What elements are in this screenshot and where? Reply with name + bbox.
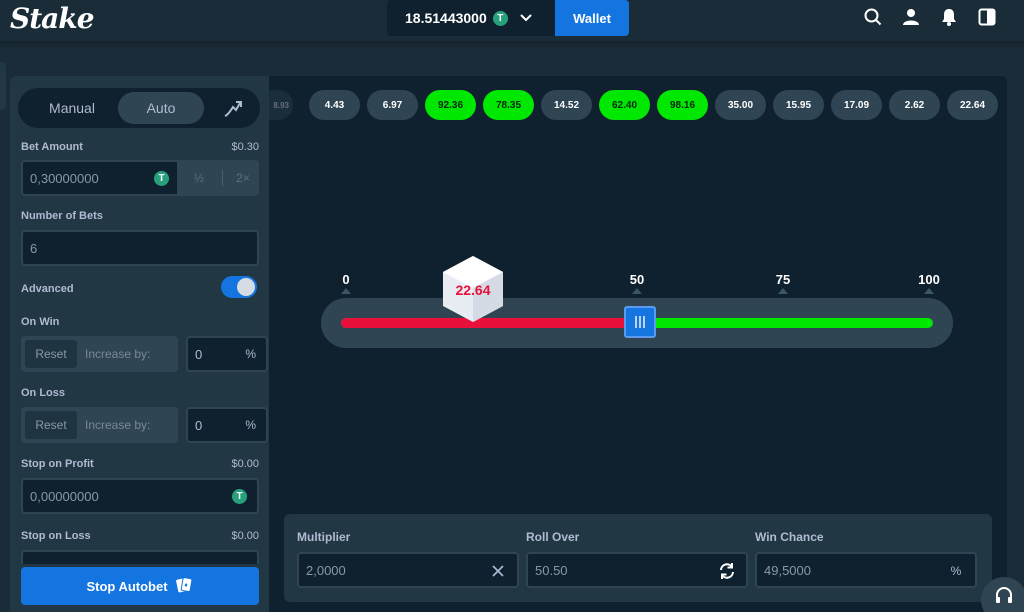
on-win-reset-button[interactable]: Reset — [25, 340, 77, 368]
on-loss-label: On Loss — [21, 387, 66, 399]
stop-autobet-button[interactable]: Stop Autobet — [21, 567, 259, 605]
number-of-bets-value: 6 — [30, 240, 38, 256]
stake-logo[interactable]: Stake — [10, 2, 95, 35]
tether-coin-icon: T — [492, 10, 508, 26]
on-loss-percent-input[interactable]: 0 % — [186, 407, 268, 443]
collapsed-sidebar-handle[interactable] — [0, 62, 6, 110]
history-pill: 8.93 — [269, 90, 293, 120]
multiplier-input[interactable]: 2,0000 — [297, 552, 519, 588]
on-loss-value: 0 — [195, 418, 203, 433]
user-icon[interactable] — [900, 6, 922, 28]
stop-autobet-label: Stop Autobet — [86, 578, 168, 594]
scale-tick — [924, 288, 934, 294]
tab-auto[interactable]: Auto — [118, 92, 204, 124]
bet-amount-label: Bet Amount — [21, 141, 83, 153]
stop-on-profit-usd: $0.00 — [231, 458, 259, 470]
tether-coin-icon: T — [154, 171, 169, 186]
stop-on-profit-input[interactable]: 0,00000000 T — [21, 478, 259, 514]
win-chance-value: 49,5000 — [764, 563, 811, 578]
on-win-increase-button[interactable]: Increase by: — [85, 338, 150, 370]
on-win-percent-input[interactable]: 0 % — [186, 336, 268, 372]
bet-amount-group: 0,30000000 T ½ 2× — [21, 160, 259, 196]
percent-icon: % — [950, 564, 962, 578]
stop-on-profit-label: Stop on Profit — [21, 458, 94, 470]
search-icon[interactable] — [862, 6, 884, 28]
chevron-down-icon — [520, 11, 532, 25]
multiplier-label: Multiplier — [297, 530, 351, 544]
wallet-button[interactable]: Wallet — [555, 0, 629, 36]
advanced-toggle[interactable] — [221, 276, 257, 298]
advanced-label: Advanced — [21, 283, 74, 295]
sidebar-toggle-icon[interactable] — [976, 6, 998, 28]
history-pill-win: 92.36 — [425, 90, 476, 120]
headset-icon — [996, 587, 1012, 603]
win-chance-label: Win Chance — [755, 530, 824, 544]
dice-result-value: 22.64 — [455, 282, 491, 298]
stop-on-profit-value: 0,00000000 — [30, 488, 99, 504]
history-pill: 35.00 — [715, 90, 766, 120]
close-icon[interactable] — [489, 562, 507, 580]
scale-label-75: 75 — [775, 272, 791, 287]
scale-label-0: 0 — [342, 272, 350, 287]
history-pill: 17.09 — [831, 90, 882, 120]
history-pill-win: 78.35 — [483, 90, 534, 120]
balance-selector[interactable]: 18.51443000 T — [387, 0, 555, 36]
stop-on-loss-label: Stop on Loss — [21, 530, 91, 542]
scale-label-50: 50 — [629, 272, 645, 287]
result-history: 8.93 4.43 6.97 92.36 78.35 14.52 62.40 9… — [269, 90, 1007, 122]
percent-icon: % — [245, 347, 256, 361]
mode-toggle: Manual Auto — [18, 88, 260, 128]
roll-slider-handle[interactable] — [623, 306, 656, 338]
percent-icon: % — [245, 418, 256, 432]
history-pill: 22.64 — [947, 90, 998, 120]
history-pill: 14.52 — [541, 90, 592, 120]
refresh-icon[interactable] — [718, 562, 736, 580]
double-bet-button[interactable]: 2× — [223, 160, 263, 196]
on-win-mode: Reset Increase by: — [21, 336, 178, 372]
trend-arrow-icon[interactable] — [222, 98, 244, 120]
live-support-button[interactable] — [981, 577, 1024, 612]
roll-over-label: Roll Over — [526, 530, 580, 544]
roll-over-input[interactable]: 50.50 — [526, 552, 748, 588]
history-pill: 2.62 — [889, 90, 940, 120]
scale-label-100: 100 — [918, 272, 940, 287]
history-pill-win: 98.16 — [657, 90, 708, 120]
stop-on-loss-input[interactable] — [21, 550, 259, 564]
bet-amount-value: 0,30000000 — [30, 170, 99, 186]
cards-icon — [174, 575, 194, 598]
bet-amount-usd: $0.30 — [231, 141, 259, 153]
bet-settings-panel: Multiplier 2,0000 Roll Over 50.50 Win Ch… — [284, 514, 992, 602]
number-of-bets-label: Number of Bets — [21, 210, 103, 222]
scale-tick — [632, 288, 642, 294]
bet-amount-input[interactable]: 0,30000000 T — [21, 160, 179, 196]
multiplier-value: 2,0000 — [306, 563, 346, 578]
history-pill-win: 62.40 — [599, 90, 650, 120]
roll-over-value: 50.50 — [535, 563, 568, 578]
on-loss-reset-button[interactable]: Reset — [25, 411, 77, 439]
on-loss-increase-button[interactable]: Increase by: — [85, 409, 150, 441]
number-of-bets-input[interactable]: 6 — [21, 230, 259, 266]
scale-tick — [341, 288, 351, 294]
on-win-label: On Win — [21, 316, 60, 328]
stop-on-loss-usd: $0.00 — [231, 530, 259, 542]
dice-game-area: 8.93 4.43 6.97 92.36 78.35 14.52 62.40 9… — [269, 76, 1007, 612]
win-chance-input[interactable]: 49,5000 % — [755, 552, 977, 588]
half-bet-button[interactable]: ½ — [179, 160, 219, 196]
on-win-value: 0 — [195, 347, 203, 362]
bell-icon[interactable] — [938, 6, 960, 28]
tab-manual[interactable]: Manual — [24, 92, 120, 124]
top-bar: Stake 18.51443000 T Wallet — [0, 0, 1024, 42]
history-pill: 6.97 — [367, 90, 418, 120]
balance-amount: 18.51443000 — [405, 10, 487, 26]
history-pill: 15.95 — [773, 90, 824, 120]
history-pill: 4.43 — [309, 90, 360, 120]
tether-coin-icon: T — [232, 489, 247, 504]
dice-result: 22.64 — [441, 254, 505, 324]
on-loss-mode: Reset Increase by: — [21, 407, 178, 443]
bet-control-panel: Manual Auto Bet Amount $0.30 0,30000000 … — [10, 76, 269, 612]
scale-tick — [778, 288, 788, 294]
toggle-knob — [237, 278, 255, 296]
